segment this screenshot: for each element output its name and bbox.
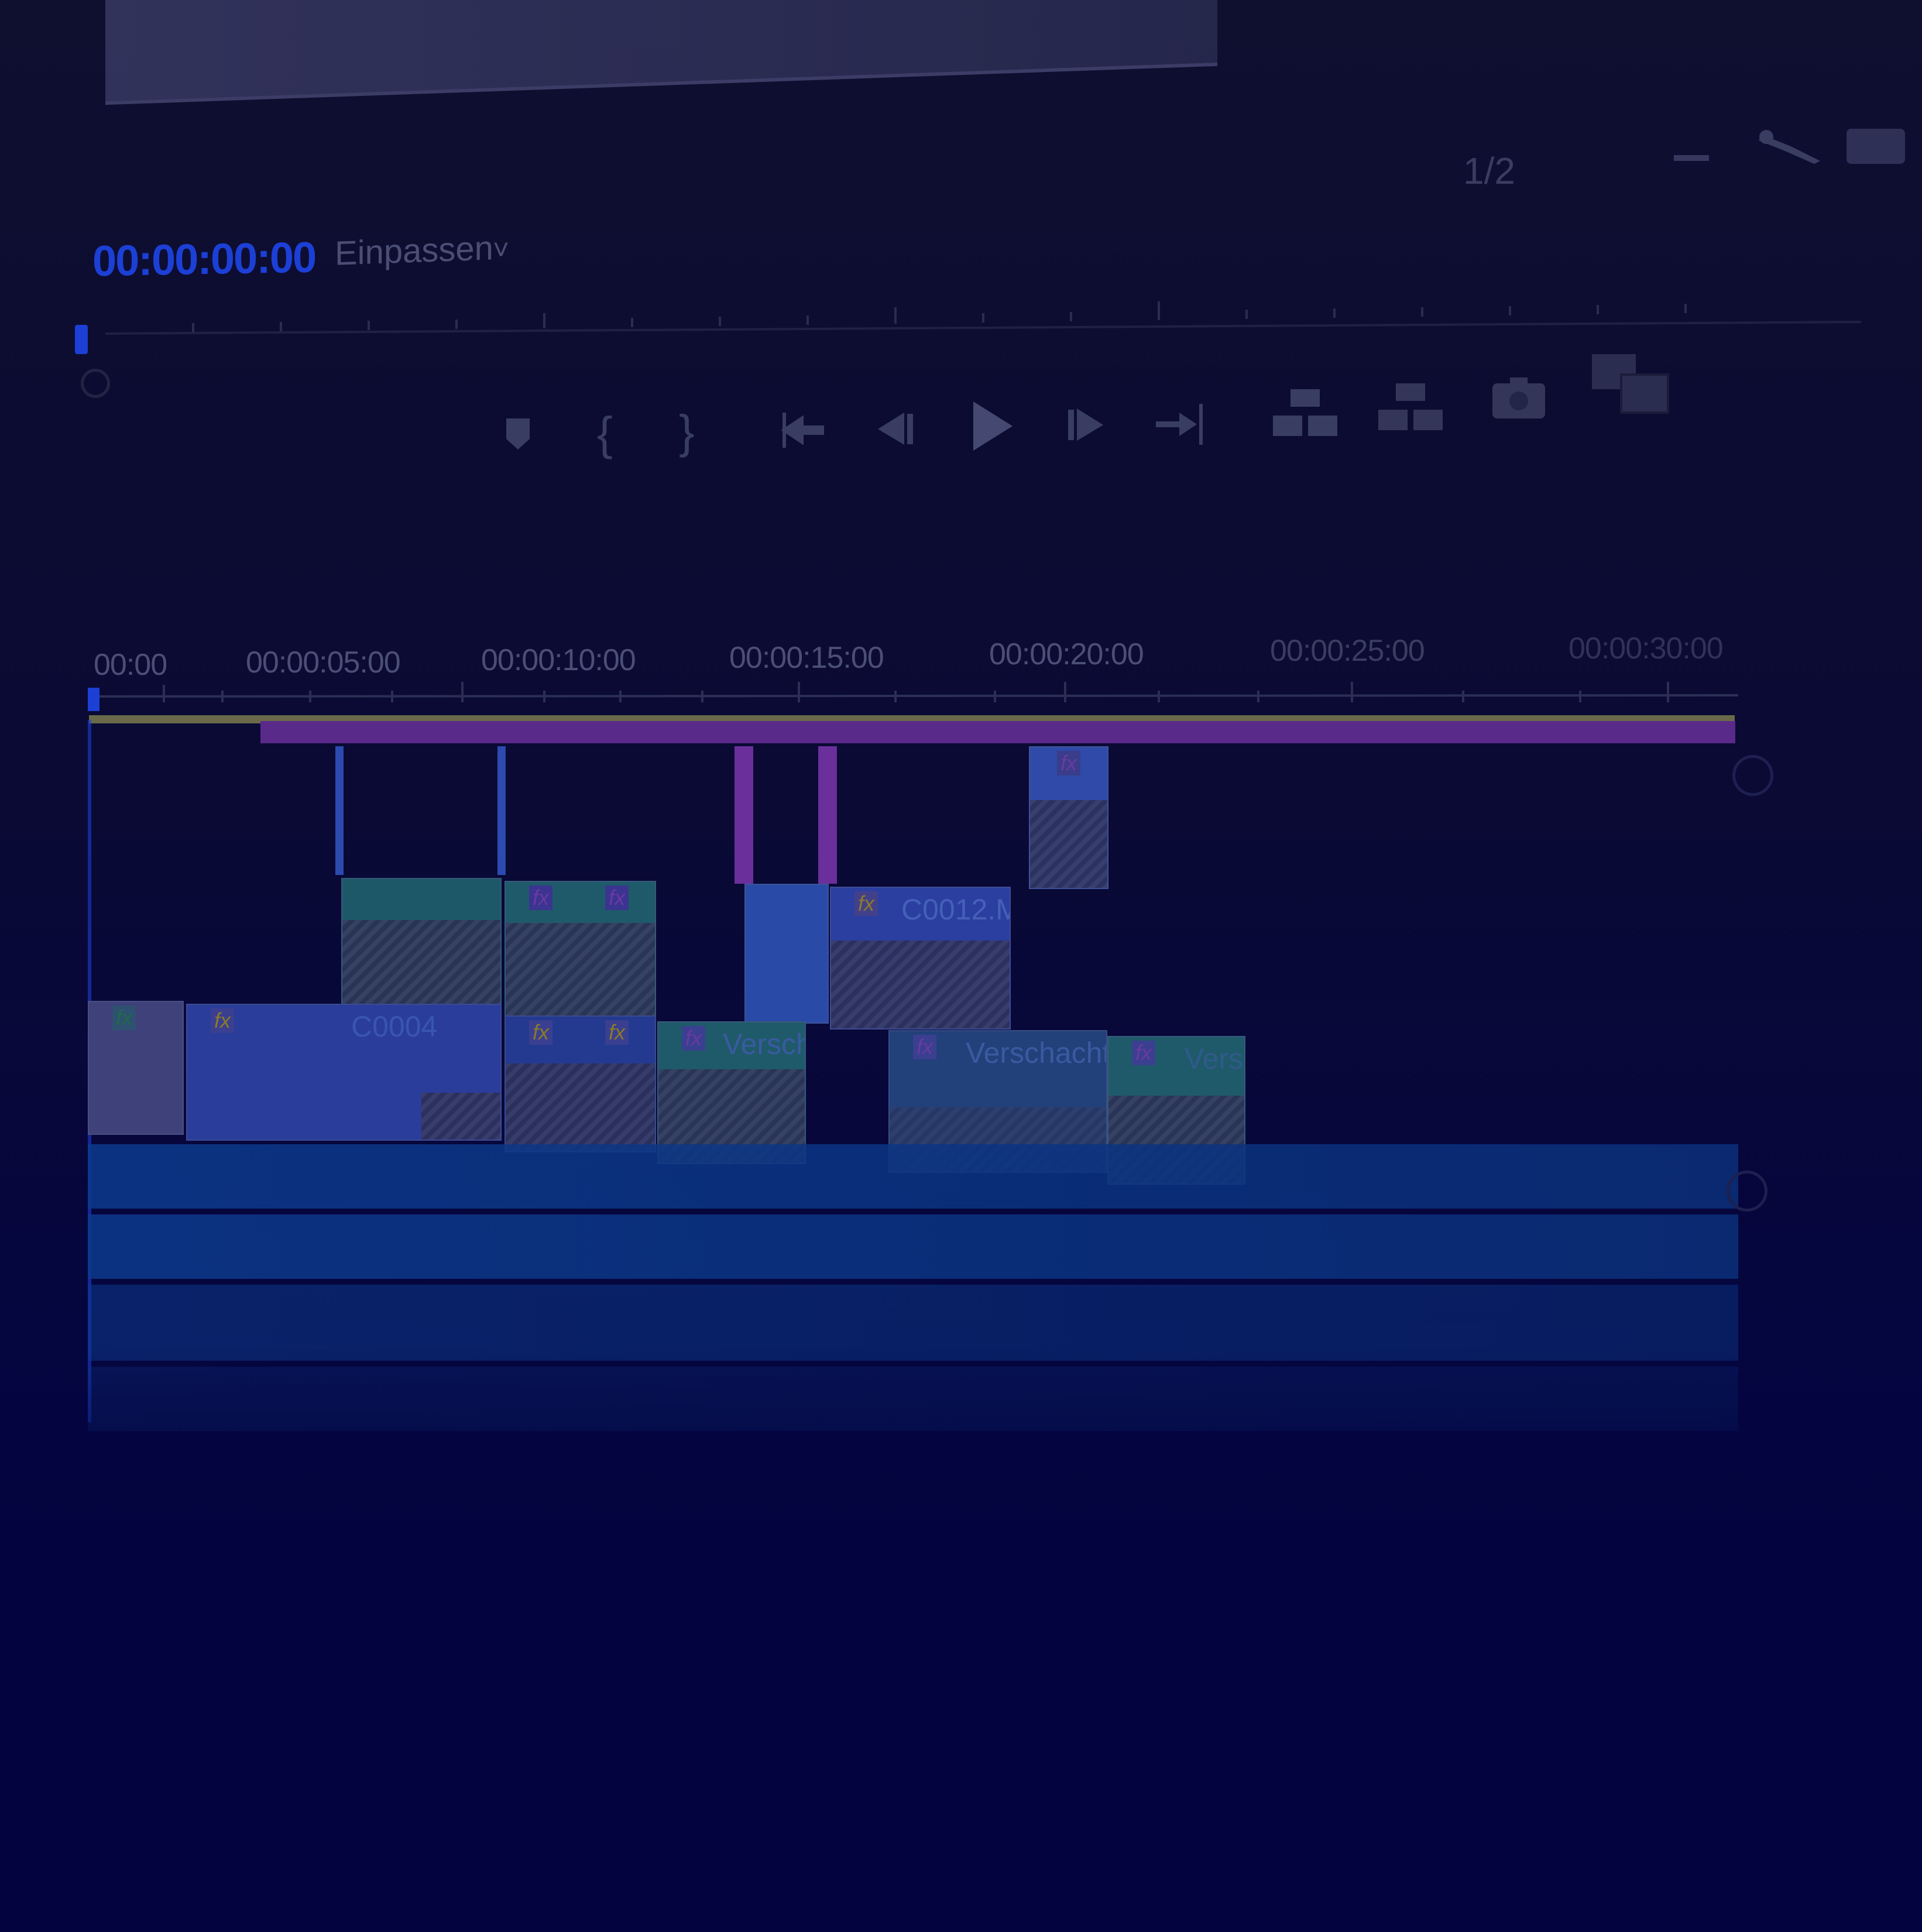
ruler-label: 00:00:15:00 (729, 641, 884, 675)
fx-badge: fx (211, 1008, 235, 1033)
clip-thumbnail (342, 920, 500, 1014)
fx-badge: fx (529, 886, 553, 910)
resolution-label[interactable]: 1/2 (1463, 149, 1515, 193)
edit-point[interactable] (335, 746, 344, 875)
lift-icon[interactable] (1270, 386, 1340, 439)
clip-name: C0004 (351, 1010, 438, 1043)
transport-controls: { } (0, 351, 1922, 468)
ruler-label: 00:00 (94, 648, 167, 682)
fx-badge: fx (1057, 751, 1081, 775)
compare-view-icon[interactable] (1589, 351, 1671, 416)
editor-screen: 1/2 00:00:00:00 Einpassen ˅ { } 00:00 00… (0, 0, 1922, 1932)
nested-clip[interactable]: fx Versch (657, 1021, 806, 1164)
adjustment-clip[interactable] (818, 746, 837, 884)
edit-point[interactable] (497, 746, 506, 875)
vignette-overlay (0, 1346, 1922, 1932)
clip-thumbnail (506, 1063, 655, 1151)
video-clip-v3[interactable]: fx (1029, 746, 1108, 889)
track-scroll-knob[interactable] (1732, 755, 1773, 796)
add-marker-icon[interactable] (503, 416, 533, 451)
clip-name: Versc (1185, 1042, 1244, 1075)
program-monitor-frame (105, 0, 1217, 105)
clip-thumbnail (831, 941, 1010, 1028)
track-scroll-knob[interactable] (1727, 1171, 1767, 1212)
render-status-bar (260, 721, 1735, 743)
audio-track-a1[interactable] (88, 1144, 1738, 1209)
video-clip-v2[interactable] (744, 884, 829, 1024)
monitor-playhead[interactable] (75, 325, 88, 354)
video-clip-v1[interactable]: fx (88, 1001, 184, 1135)
ruler-label: 00:00:20:00 (989, 637, 1144, 671)
go-to-in-icon[interactable] (778, 407, 825, 454)
fx-badge: fx (1132, 1041, 1156, 1065)
clip-name: Versch (723, 1028, 806, 1061)
adjustment-clip[interactable] (735, 746, 753, 884)
fx-badge: fx (605, 1020, 629, 1045)
ruler-label: 00:00:25:00 (1270, 634, 1425, 668)
mark-in-icon[interactable]: { (597, 407, 613, 461)
ruler-label: 00:00:10:00 (481, 643, 636, 677)
chevron-down-icon[interactable]: ˅ (493, 234, 509, 266)
mark-out-icon[interactable]: } (679, 405, 695, 459)
ruler-label: 00:00:05:00 (246, 646, 401, 680)
fx-badge: fx (682, 1026, 706, 1051)
wrench-icon[interactable] (1756, 129, 1826, 164)
go-to-out-icon[interactable] (1153, 401, 1206, 448)
video-clip-c0012[interactable]: fx C0012.MP (830, 887, 1011, 1030)
timeline-playhead[interactable] (88, 688, 99, 711)
video-clip-c0004[interactable]: fx C0004 (186, 1004, 502, 1141)
playhead-timecode[interactable]: 00:00:00:00 (92, 232, 315, 286)
fx-badge: fx (605, 886, 629, 910)
step-forward-icon[interactable] (1065, 403, 1109, 447)
clip-thumbnail (421, 1093, 500, 1140)
camera-icon[interactable] (1489, 375, 1548, 421)
clip-name: C0012.MP (901, 893, 1010, 926)
clip-thumbnail (1030, 800, 1107, 888)
ruler-label: 00:00:30:00 (1569, 632, 1724, 665)
fx-badge: fx (529, 1020, 553, 1045)
video-clip-v1[interactable]: fx fx (504, 1015, 656, 1152)
video-clip-v2[interactable] (341, 878, 502, 1015)
minus-icon[interactable] (1674, 155, 1709, 161)
monitor-mini-ruler[interactable] (105, 281, 1861, 351)
clip-name: Verschachtel (966, 1037, 1106, 1069)
video-clip-v2[interactable]: fx fx (504, 881, 656, 1018)
fx-badge: fx (913, 1035, 937, 1059)
clip-thumbnail (506, 923, 655, 1017)
audio-track-a2[interactable] (88, 1214, 1738, 1279)
extract-icon[interactable] (1375, 380, 1446, 433)
timeline-ticks[interactable] (88, 679, 1738, 708)
fx-badge: fx (112, 1006, 136, 1030)
timeline-ruler[interactable]: 00:00 00:00:05:00 00:00:10:00 00:00:15:0… (0, 620, 1922, 682)
play-icon[interactable] (969, 397, 1015, 455)
fit-dropdown[interactable]: Einpassen (335, 228, 493, 273)
fx-badge: fx (854, 891, 878, 916)
more-icon[interactable] (1844, 123, 1908, 170)
step-back-icon[interactable] (872, 407, 916, 451)
